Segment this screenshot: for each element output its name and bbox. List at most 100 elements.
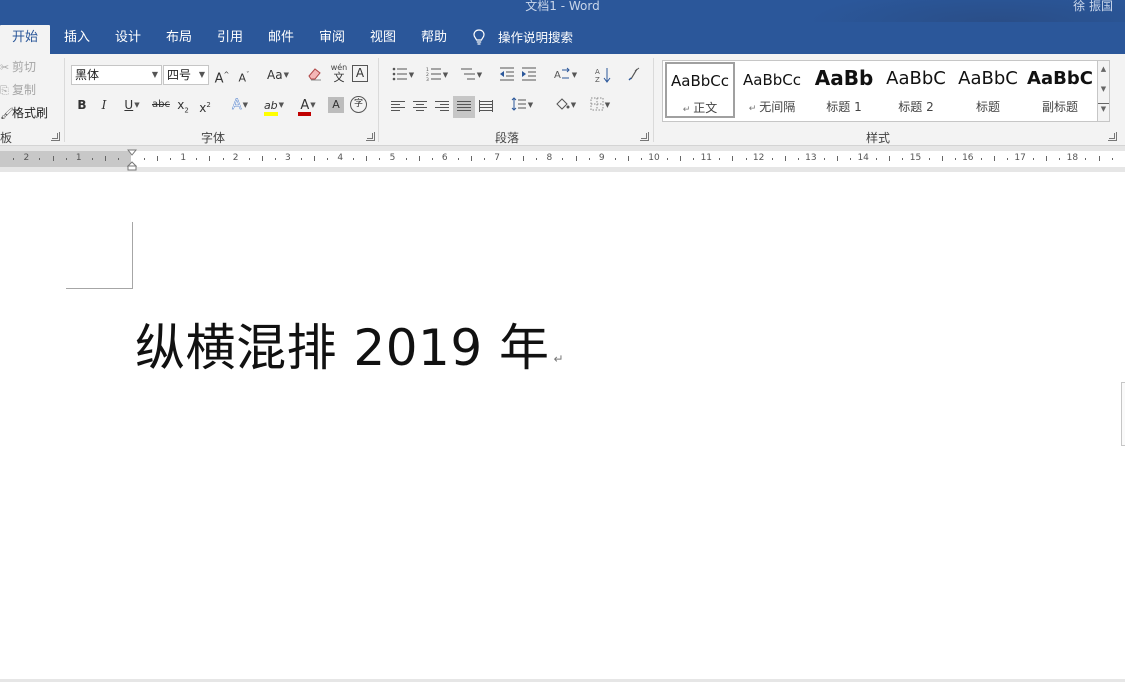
ruler-tick — [91, 158, 93, 160]
align-right-button[interactable] — [435, 100, 449, 112]
style-heading-1[interactable]: AaBb 标题 1 — [809, 63, 879, 119]
tell-me-label: 操作说明搜索 — [498, 30, 574, 45]
ruler-tick — [470, 156, 472, 161]
ruler-tick — [627, 156, 629, 161]
tab-mailings[interactable]: 邮件 — [260, 25, 302, 54]
clear-formatting-button[interactable] — [306, 64, 324, 86]
ruler-tick — [1033, 158, 1035, 160]
ruler-tick — [248, 158, 250, 160]
chevron-down-icon: ▼ — [278, 101, 285, 109]
font-launcher-icon[interactable] — [366, 132, 375, 141]
ruler-tick — [823, 158, 825, 160]
ribbon: ✂ 剪切 ⎘ 复制 🖌格式刷 板 黑体 ▼ 四号 ▼ A^ Aˇ Aa▼ wén 文 A… — [0, 54, 1125, 146]
copy-button[interactable]: ⎘ 复制 — [0, 81, 36, 98]
tab-view[interactable]: 视图 — [362, 25, 404, 54]
document-paragraph[interactable]: 纵横混排 2019 年 ↵ — [135, 316, 564, 391]
bullets-button[interactable]: ▼ — [388, 64, 418, 86]
chevron-down-icon: ▼ — [570, 101, 577, 109]
change-case-button[interactable]: Aa▼ — [263, 64, 293, 86]
tab-review[interactable]: 审阅 — [311, 25, 353, 54]
strikethrough-button[interactable]: abc — [150, 94, 172, 116]
styles-group-label: 样式 — [866, 131, 891, 145]
cut-button[interactable]: ✂ 剪切 — [0, 58, 36, 75]
tab-insert[interactable]: 插入 — [56, 25, 98, 54]
format-painter-button[interactable]: 🖌格式刷 — [0, 104, 48, 121]
ruler-tick — [222, 158, 224, 160]
numbering-button[interactable]: 123 ▼ — [422, 64, 452, 86]
show-formatting-marks-button[interactable] — [626, 64, 642, 86]
justify-button[interactable] — [457, 100, 471, 112]
shrink-font-button[interactable]: Aˇ — [236, 64, 252, 86]
copy-icon: ⎘ — [0, 84, 9, 97]
shading-button[interactable]: ▼ — [550, 94, 580, 116]
enclose-characters-button[interactable]: 字 — [350, 96, 367, 113]
horizontal-ruler[interactable]: 2 1 1 2 3 4 5 6 7 8 9 10 11 12 13 14 15 16 17 18 — [0, 151, 1125, 167]
ruler-tick — [850, 158, 852, 160]
clipboard-launcher-icon[interactable] — [51, 132, 60, 141]
ruler-tick — [327, 158, 329, 160]
chevron-up-icon[interactable]: ▲ — [1098, 65, 1109, 73]
decrease-indent-button[interactable] — [498, 64, 516, 86]
tab-layout[interactable]: 布局 — [158, 25, 200, 54]
ruler-number: 16 — [962, 153, 974, 163]
font-size-select[interactable]: 四号 ▼ — [163, 65, 209, 85]
pilcrow-icon — [628, 67, 640, 81]
highlight-button[interactable]: ab ▼ — [258, 94, 290, 116]
document-page[interactable]: 纵横混排 2019 年 ↵ — [0, 172, 1125, 682]
style-subtitle[interactable]: AaBbC 副标题 — [1025, 63, 1095, 119]
ruler-tick — [1085, 158, 1087, 160]
superscript-button[interactable]: x2 — [197, 94, 213, 116]
style-no-spacing[interactable]: AaBbCc ↵ 无间隔 — [737, 63, 807, 119]
multilevel-list-button[interactable]: ▼ — [456, 64, 486, 86]
style-normal[interactable]: AaBbCc ↵ 正文 — [665, 62, 735, 118]
character-shading-button[interactable]: A — [328, 97, 344, 113]
styles-gallery-scroll[interactable]: ▲ ▼ ▼ — [1097, 60, 1110, 122]
user-name[interactable]: 徐 振国 — [1073, 0, 1113, 14]
italic-button[interactable]: I — [96, 94, 112, 116]
increase-indent-icon — [522, 67, 536, 81]
style-title[interactable]: AaBbC 标题 — [953, 63, 1023, 119]
ruler-tick — [876, 158, 878, 160]
grow-font-button[interactable]: A^ — [214, 64, 230, 86]
tab-references[interactable]: 引用 — [209, 25, 251, 54]
tab-home[interactable]: 开始 — [0, 25, 50, 54]
ruler-tick — [379, 158, 381, 160]
font-color-button[interactable]: A ▼ — [293, 94, 323, 116]
font-family-select[interactable]: 黑体 ▼ — [71, 65, 162, 85]
borders-button[interactable]: ▼ — [585, 94, 615, 116]
gallery-more-icon[interactable]: ▼ — [1098, 103, 1109, 114]
bold-button[interactable]: B — [74, 94, 90, 116]
underline-button[interactable]: U▼ — [118, 94, 146, 116]
chevron-down-icon[interactable]: ▼ — [1098, 85, 1109, 93]
tell-me-search[interactable]: 操作说明搜索 — [472, 25, 573, 51]
align-left-button[interactable] — [391, 100, 405, 112]
svg-text:3: 3 — [426, 77, 429, 81]
tab-help[interactable]: 帮助 — [413, 25, 455, 54]
ruler-number: 9 — [598, 153, 605, 163]
chevron-down-icon: ▼ — [151, 70, 158, 79]
character-border-button[interactable]: A — [352, 65, 368, 82]
ruler-number: 17 — [1014, 153, 1026, 163]
subscript-button[interactable]: x2 — [175, 94, 191, 116]
style-heading-2[interactable]: AaBbC 标题 2 — [881, 63, 951, 119]
ruler-tick — [719, 158, 721, 160]
increase-indent-button[interactable] — [520, 64, 538, 86]
paragraph-launcher-icon[interactable] — [640, 132, 649, 141]
line-spacing-button[interactable]: ▼ — [507, 94, 537, 116]
chinese-layout-button[interactable]: A ▼ — [550, 64, 580, 86]
styles-launcher-icon[interactable] — [1108, 132, 1117, 141]
ruler-tick — [353, 158, 355, 160]
chinese-layout-icon: A — [554, 67, 570, 81]
sort-button[interactable]: A Z — [593, 64, 613, 86]
ruler-tick — [1111, 158, 1113, 160]
paint-bucket-icon — [556, 98, 570, 110]
text-effects-button[interactable]: A▼ — [226, 94, 254, 116]
tab-design[interactable]: 设计 — [107, 25, 149, 54]
indent-marker-icon[interactable] — [127, 149, 137, 171]
side-panel-tab[interactable] — [1121, 382, 1125, 446]
ruler-tick — [745, 158, 747, 160]
distributed-button[interactable] — [479, 100, 494, 112]
phonetic-guide-button[interactable]: wén 文 — [330, 63, 348, 85]
align-center-button[interactable] — [413, 100, 427, 112]
ruler-number: 8 — [546, 153, 553, 163]
